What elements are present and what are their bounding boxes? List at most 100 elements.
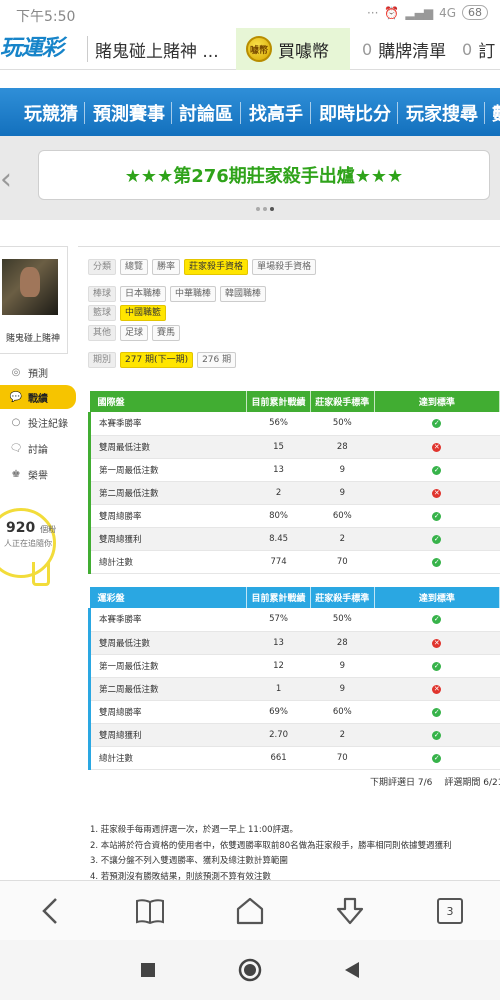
tab-buy-coins[interactable]: 噱幣 買噱幣: [236, 28, 350, 70]
filter-option[interactable]: 賽馬: [152, 325, 181, 341]
row-current: 8.45: [246, 527, 311, 551]
download-icon[interactable]: [332, 893, 368, 929]
row-label: 本賽季勝率: [87, 412, 247, 436]
table-row: 總計注數 661 70 ✓: [87, 746, 500, 770]
sidebar-item-predict[interactable]: ◎ 預測: [0, 360, 76, 384]
evaluation-info: 下期評選日 7/6 評選期間 6/21: [370, 775, 500, 788]
row-met: ✕: [374, 481, 500, 505]
filter-option[interactable]: 足球: [120, 325, 149, 341]
check-icon: ✓: [432, 511, 442, 521]
recents-icon[interactable]: [136, 958, 160, 982]
nav-item-play-guess[interactable]: 玩競猜: [24, 100, 78, 126]
filter-option[interactable]: 276 期: [197, 352, 237, 368]
table-title: 國際盤: [89, 391, 248, 412]
filter-option[interactable]: 中華職棒: [170, 286, 217, 302]
check-icon: ✓: [432, 661, 442, 671]
filter-label: 其他: [88, 325, 117, 341]
filter-label: 分類: [88, 259, 117, 275]
row-standard: 70: [310, 550, 375, 574]
filter-option[interactable]: 單場殺手資格: [252, 259, 317, 275]
row-met: ✕: [374, 677, 500, 701]
tab-other[interactable]: 0 訂: [462, 28, 495, 70]
tab-betslip-label: 購牌清單: [378, 41, 447, 62]
home-icon[interactable]: [232, 893, 268, 929]
follower-number: 920: [6, 520, 36, 536]
filter-period: 期別 277 期(下一期) 276 期: [88, 352, 237, 368]
nav-item-experts[interactable]: 找高手: [249, 100, 303, 126]
row-met: ✓: [374, 746, 500, 770]
tab-current-user[interactable]: 賭鬼碰上賭神 ...: [87, 28, 219, 70]
android-back-icon[interactable]: [340, 958, 364, 982]
carousel-dot-active[interactable]: [270, 207, 274, 211]
row-current: 57%: [246, 608, 311, 632]
note-line: 3. 不讓分盤不列入雙週勝率、獲利及總注數計算範圍: [90, 856, 288, 866]
carousel-dot[interactable]: [263, 207, 267, 211]
site-logo[interactable]: 玩運彩: [0, 30, 80, 64]
filter-label: 籃球: [88, 305, 117, 321]
row-current: 80%: [246, 504, 311, 528]
row-label: 本賽季勝率: [87, 608, 247, 632]
row-met: ✓: [374, 723, 500, 747]
sidebar-item-discuss[interactable]: 🗨 討論: [0, 436, 76, 460]
follower-unit: 個粉: [40, 525, 57, 534]
cross-icon: ✕: [432, 442, 442, 452]
filter-option[interactable]: 日本職棒: [120, 286, 167, 302]
row-standard: 28: [310, 631, 375, 655]
row-standard: 70: [310, 746, 375, 770]
nav-item-forum[interactable]: 討論區: [179, 100, 233, 126]
sidebar-item-label: 討論: [28, 444, 48, 456]
note-line: 1. 莊家殺手每兩週評選一次，於週一早上 11:00評選。: [90, 825, 299, 835]
filter-option-selected[interactable]: 莊家殺手資格: [184, 259, 249, 275]
table-body: 本賽季勝率 56% 50% ✓ 雙周最低注數 15 28 ✕ 第一周最低注數 13 9 ✓ 第二周最低注…: [87, 412, 500, 574]
status-bar: 下午5:50 ··· ⏰ ▂▄▆ 4G 68: [0, 0, 500, 28]
nav-divider: [84, 102, 85, 124]
row-current: 12: [246, 654, 311, 678]
sidebar-item-record[interactable]: 💬 戰績: [0, 385, 76, 409]
follower-caption: 人正在追隨你: [4, 539, 52, 548]
row-met: ✓: [374, 550, 500, 574]
row-current: 15: [246, 435, 311, 459]
lottery-odds-table: 運彩盤 目前累計戰績 莊家殺手標準 達到標準 本賽季勝率 57% 50% ✓ 雙周最低注…: [87, 587, 500, 770]
check-icon: ✓: [432, 534, 442, 544]
nav-item-player-search[interactable]: 玩家搜尋: [406, 100, 478, 126]
check-icon: ✓: [432, 419, 442, 429]
tabs-button[interactable]: 3: [432, 893, 468, 929]
filter-option[interactable]: 韓國職棒: [220, 286, 267, 302]
rules-notes: 1. 莊家殺手每兩週評選一次，於週一早上 11:00評選。 2. 本站將於符合資…: [90, 823, 452, 885]
profile-username: 賭鬼碰上賭神: [6, 334, 61, 344]
tab-betslip[interactable]: 0 購牌清單: [362, 28, 446, 70]
android-nav-bar: [0, 940, 500, 1000]
filter-label: 期別: [88, 352, 117, 368]
target-icon: ◎: [11, 366, 21, 378]
nav-item-more[interactable]: 數: [492, 100, 500, 126]
banner-slide[interactable]: ★★★第276期莊家殺手出爐★★★: [38, 150, 490, 200]
filter-basketball: 籃球 中國職籃: [88, 305, 167, 321]
nav-item-predict[interactable]: 預測賽事: [93, 100, 165, 126]
filter-option-selected[interactable]: 277 期(下一期): [120, 352, 194, 368]
row-standard: 50%: [310, 608, 375, 632]
tab-buy-label: 買噱幣: [278, 41, 329, 62]
network-type: 4G: [439, 5, 456, 20]
alarm-icon: ⏰: [384, 5, 400, 20]
browser-toolbar: 3: [0, 880, 500, 940]
avatar[interactable]: [2, 259, 58, 315]
nav-item-live-score[interactable]: 即時比分: [319, 100, 391, 126]
col-current: 目前累計戰績: [246, 391, 311, 412]
carousel-dot[interactable]: [256, 207, 260, 211]
chevron-left-icon[interactable]: ‹: [0, 162, 12, 197]
table-row: 本賽季勝率 57% 50% ✓: [87, 608, 500, 632]
row-current: 13: [246, 631, 311, 655]
row-current: 2: [246, 481, 311, 505]
bookmarks-icon[interactable]: [132, 893, 168, 929]
row-label: 雙周總獲利: [87, 723, 247, 747]
filter-option-selected[interactable]: 中國職籃: [120, 305, 167, 321]
intl-odds-table: 國際盤 目前累計戰績 莊家殺手標準 達到標準 本賽季勝率 56% 50% ✓ 雙周最低注…: [87, 391, 500, 574]
android-home-icon[interactable]: [238, 958, 262, 982]
sidebar-item-honor[interactable]: ♚ 榮譽: [0, 462, 76, 486]
back-icon[interactable]: [32, 893, 68, 929]
sidebar-item-bet-history[interactable]: ○ 投注紀錄: [0, 410, 76, 434]
row-label: 第一周最低注數: [87, 654, 247, 678]
filter-option[interactable]: 勝率: [152, 259, 181, 275]
lightbulb-base: [32, 562, 50, 586]
filter-option[interactable]: 總覽: [120, 259, 149, 275]
